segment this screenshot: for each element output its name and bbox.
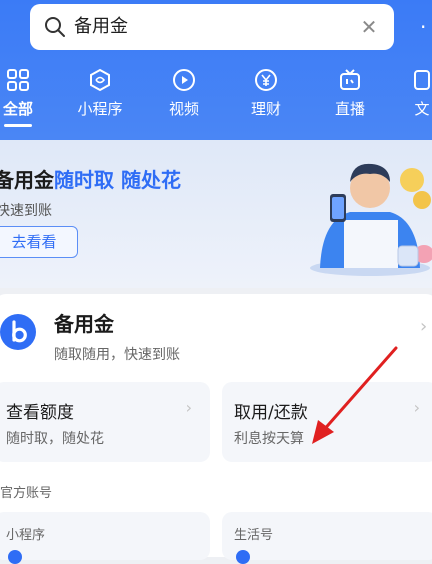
tab-all[interactable]: 全部 [0,62,58,128]
chevron-right-icon: › [413,398,420,417]
tile-subtitle: 随时取，随处花 [6,431,104,447]
annotation-arrow [312,346,398,444]
more-icon[interactable]: · [420,17,432,37]
tab-text[interactable]: 文 [392,62,432,128]
tab-label: 全部 [2,100,33,118]
life-account-entry[interactable]: 生活号 [222,512,432,564]
chevron-right-icon: › [185,398,192,417]
banner-title-highlight: 随时取 随处花 [54,168,181,192]
chevron-right-icon[interactable]: › [420,316,427,337]
tile-subtitle: 利息按天算 [234,431,304,447]
active-underline [4,124,32,127]
banner-title: 备用金随时取 随处花 [0,164,181,193]
app-name[interactable]: 备用金 [54,308,114,337]
entry-icon [8,550,22,564]
view-limit-button[interactable]: 查看额度 随时取，随处花 › [0,382,210,462]
grid-icon [7,69,29,91]
entry-label: 小程序 [6,528,46,543]
mini-program-icon [90,68,110,92]
tile-title: 查看额度 [6,403,74,423]
tab-label: 直播 [334,100,365,118]
banner-subtitle: 快速到账 [0,203,52,219]
tab-live[interactable]: 直播 [310,62,390,128]
entry-icon [236,550,250,564]
header: ‹ 备用金 ✕ · 全部 小程序 [0,0,432,140]
section-label: 官方账号 [0,486,53,501]
tab-label: 理财 [250,100,281,118]
doc-icon [414,70,430,90]
promo-banner[interactable]: 备用金随时取 随处花 快速到账 去看看 [0,140,432,288]
tab-label: 文 [414,100,430,118]
close-icon[interactable]: ✕ [356,14,382,40]
back-icon[interactable]: ‹ [0,14,14,42]
category-tabs: 全部 小程序 视频 理财 直播 文 [0,62,432,128]
mini-program-entry[interactable]: 小程序 [0,512,210,564]
tile-title: 取用/还款 [234,403,308,423]
tv-icon [340,69,360,90]
search-input[interactable]: 备用金 [74,4,128,50]
tab-mini-program[interactable]: 小程序 [60,62,140,128]
search-bar[interactable]: 备用金 ✕ [30,4,394,50]
app-description: 随取随用，快速到账 [54,347,180,363]
tab-finance[interactable]: 理财 [226,62,306,128]
entry-label: 生活号 [234,528,274,543]
yen-icon [255,69,277,91]
go-see-button[interactable]: 去看看 [0,226,78,258]
play-icon [173,69,195,91]
tab-video[interactable]: 视频 [144,62,224,128]
banner-title-main: 备用金 [0,168,54,192]
beiyongjin-logo [0,314,36,350]
banner-illustration [310,163,432,276]
search-icon [45,17,65,37]
tab-label: 视频 [168,100,199,118]
tab-label: 小程序 [77,100,123,118]
